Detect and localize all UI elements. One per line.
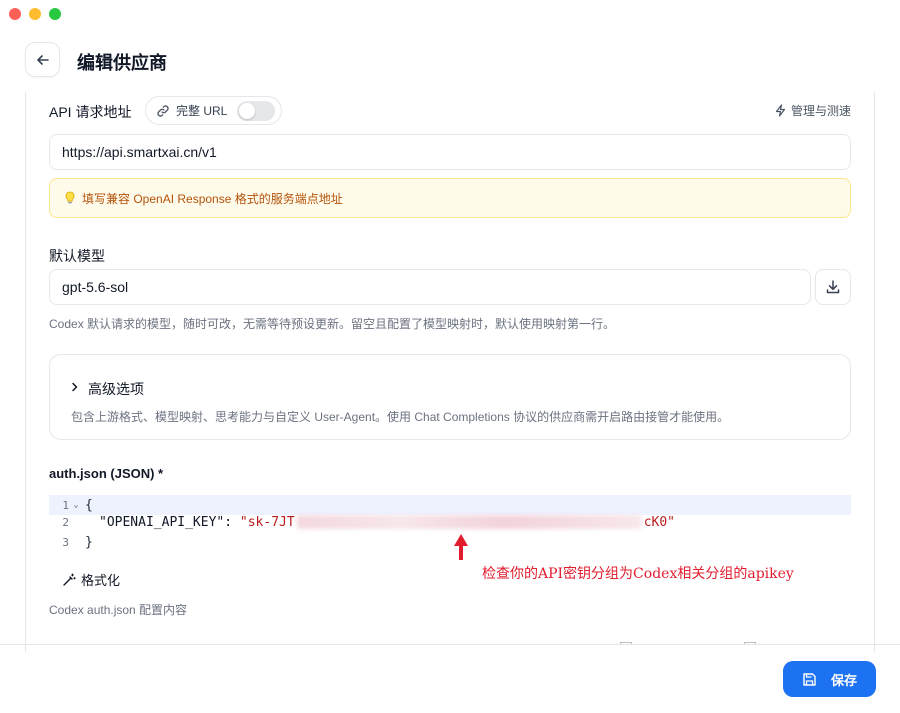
api-url-tip-text: 填写兼容 OpenAI Response 格式的服务端点地址 [82, 191, 343, 206]
close-window-button[interactable] [9, 8, 21, 20]
line-number: 1 [62, 498, 69, 512]
code-text: { [85, 497, 93, 513]
code-text: } [85, 534, 93, 550]
page-title: 编辑供应商 [77, 53, 167, 73]
save-icon [803, 672, 816, 686]
redacted-key-blur [296, 515, 642, 529]
advanced-options-card[interactable]: 高级选项 包含上游格式、模型映射、思考能力与自定义 User-Agent。使用 … [49, 354, 851, 440]
auth-json-editor[interactable]: 1 ⌄ { 2 "OPENAI_API_KEY" : "sk-7JT cK0" … [49, 495, 851, 555]
json-colon: : [224, 514, 240, 530]
maximize-window-button[interactable] [49, 8, 61, 20]
default-model-input[interactable]: gpt-5.6-sol [49, 269, 811, 305]
code-line: 3 } [49, 532, 851, 552]
auth-json-help: Codex auth.json 配置内容 [49, 603, 188, 617]
json-value-end: cK0" [643, 514, 675, 530]
format-label: 格式化 [81, 573, 121, 588]
link-icon [157, 104, 169, 117]
annotation-text: 检查你的API密钥分组为Codex相关分组的apikey [482, 566, 794, 582]
manage-speedtest-label: 管理与测速 [790, 104, 851, 118]
fold-chevron-icon[interactable]: ⌄ [71, 500, 81, 510]
full-url-toggle[interactable]: 完整 URL [145, 96, 282, 125]
default-model-help: Codex 默认请求的模型，随时可改，无需等待预设更新。留空且配置了模型映射时，… [49, 317, 616, 331]
json-value-start: "sk-7JT [239, 514, 295, 530]
advanced-options-description: 包含上游格式、模型映射、思考能力与自定义 User-Agent。使用 Chat … [71, 410, 730, 424]
default-model-label: 默认模型 [49, 248, 105, 264]
line-number: 2 [62, 515, 69, 529]
window-controls [9, 8, 61, 20]
format-button[interactable]: 格式化 [62, 570, 120, 589]
back-button[interactable] [25, 42, 60, 77]
annotation-arrow-icon [454, 534, 468, 560]
save-label: 保存 [830, 672, 857, 688]
fetch-models-button[interactable] [815, 269, 851, 305]
manage-speedtest-link[interactable]: 管理与测速 [774, 102, 851, 119]
api-url-label: API 请求地址 [49, 104, 132, 120]
footer-divider [0, 644, 900, 645]
lightning-icon [775, 104, 786, 117]
magic-wand-icon [63, 573, 76, 586]
advanced-options-title: 高级选项 [88, 381, 144, 397]
api-url-input[interactable]: https://api.smartxai.cn/v1 [49, 134, 851, 170]
arrow-left-icon [36, 54, 49, 65]
full-url-label: 完整 URL [176, 104, 228, 118]
line-number: 3 [62, 535, 69, 549]
code-line: 2 "OPENAI_API_KEY" : "sk-7JT cK0" [49, 512, 851, 532]
save-button[interactable]: 保存 [783, 661, 876, 697]
minimize-window-button[interactable] [29, 8, 41, 20]
json-key: "OPENAI_API_KEY" [99, 514, 225, 530]
full-url-switch[interactable] [237, 101, 275, 121]
chevron-right-icon [72, 382, 78, 392]
api-url-tip: 填写兼容 OpenAI Response 格式的服务端点地址 [49, 178, 851, 218]
lightbulb-icon [65, 191, 75, 204]
download-icon [826, 280, 840, 294]
auth-json-label: auth.json (JSON) * [49, 466, 164, 481]
